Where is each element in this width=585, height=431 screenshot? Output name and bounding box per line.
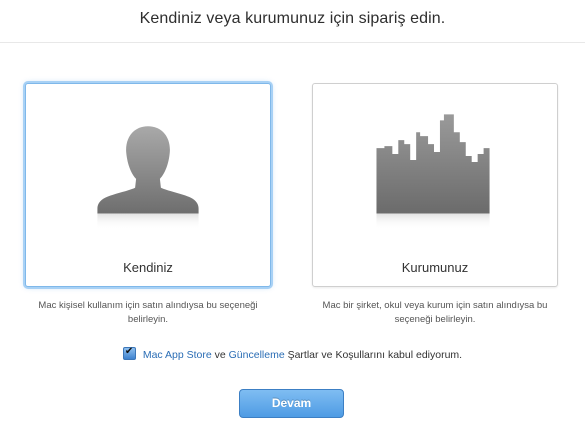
city-skyline-icon	[376, 114, 490, 230]
option-label-organization: Kurumunuz	[401, 260, 469, 275]
option-card-personal[interactable]: Kendiniz	[25, 83, 271, 287]
page-title: Kendiniz veya kurumunuz için sipariş edi…	[139, 10, 446, 27]
agreement-text: Şartlar ve Koşullarını kabul ediyorum.	[287, 349, 463, 361]
option-label-personal: Kendiniz	[123, 260, 173, 275]
option-description-personal: Mac kişisel kullanım için satın alındıys…	[38, 300, 258, 325]
terms-agreement: Mac App Store ve Güncelleme Şartlar ve K…	[0, 346, 585, 361]
update-terms-link[interactable]: Güncelleme	[229, 349, 285, 361]
continue-button[interactable]: Devam	[239, 389, 344, 418]
agreement-conjunction: ve	[214, 349, 226, 361]
app-store-terms-link[interactable]: Mac App Store	[143, 349, 212, 361]
header-divider	[0, 42, 585, 43]
person-silhouette-icon	[97, 126, 199, 230]
terms-checkbox[interactable]	[122, 346, 136, 360]
option-description-organization: Mac bir şirket, okul veya kurum için sat…	[322, 300, 548, 325]
option-card-organization[interactable]: Kurumunuz	[312, 83, 558, 287]
